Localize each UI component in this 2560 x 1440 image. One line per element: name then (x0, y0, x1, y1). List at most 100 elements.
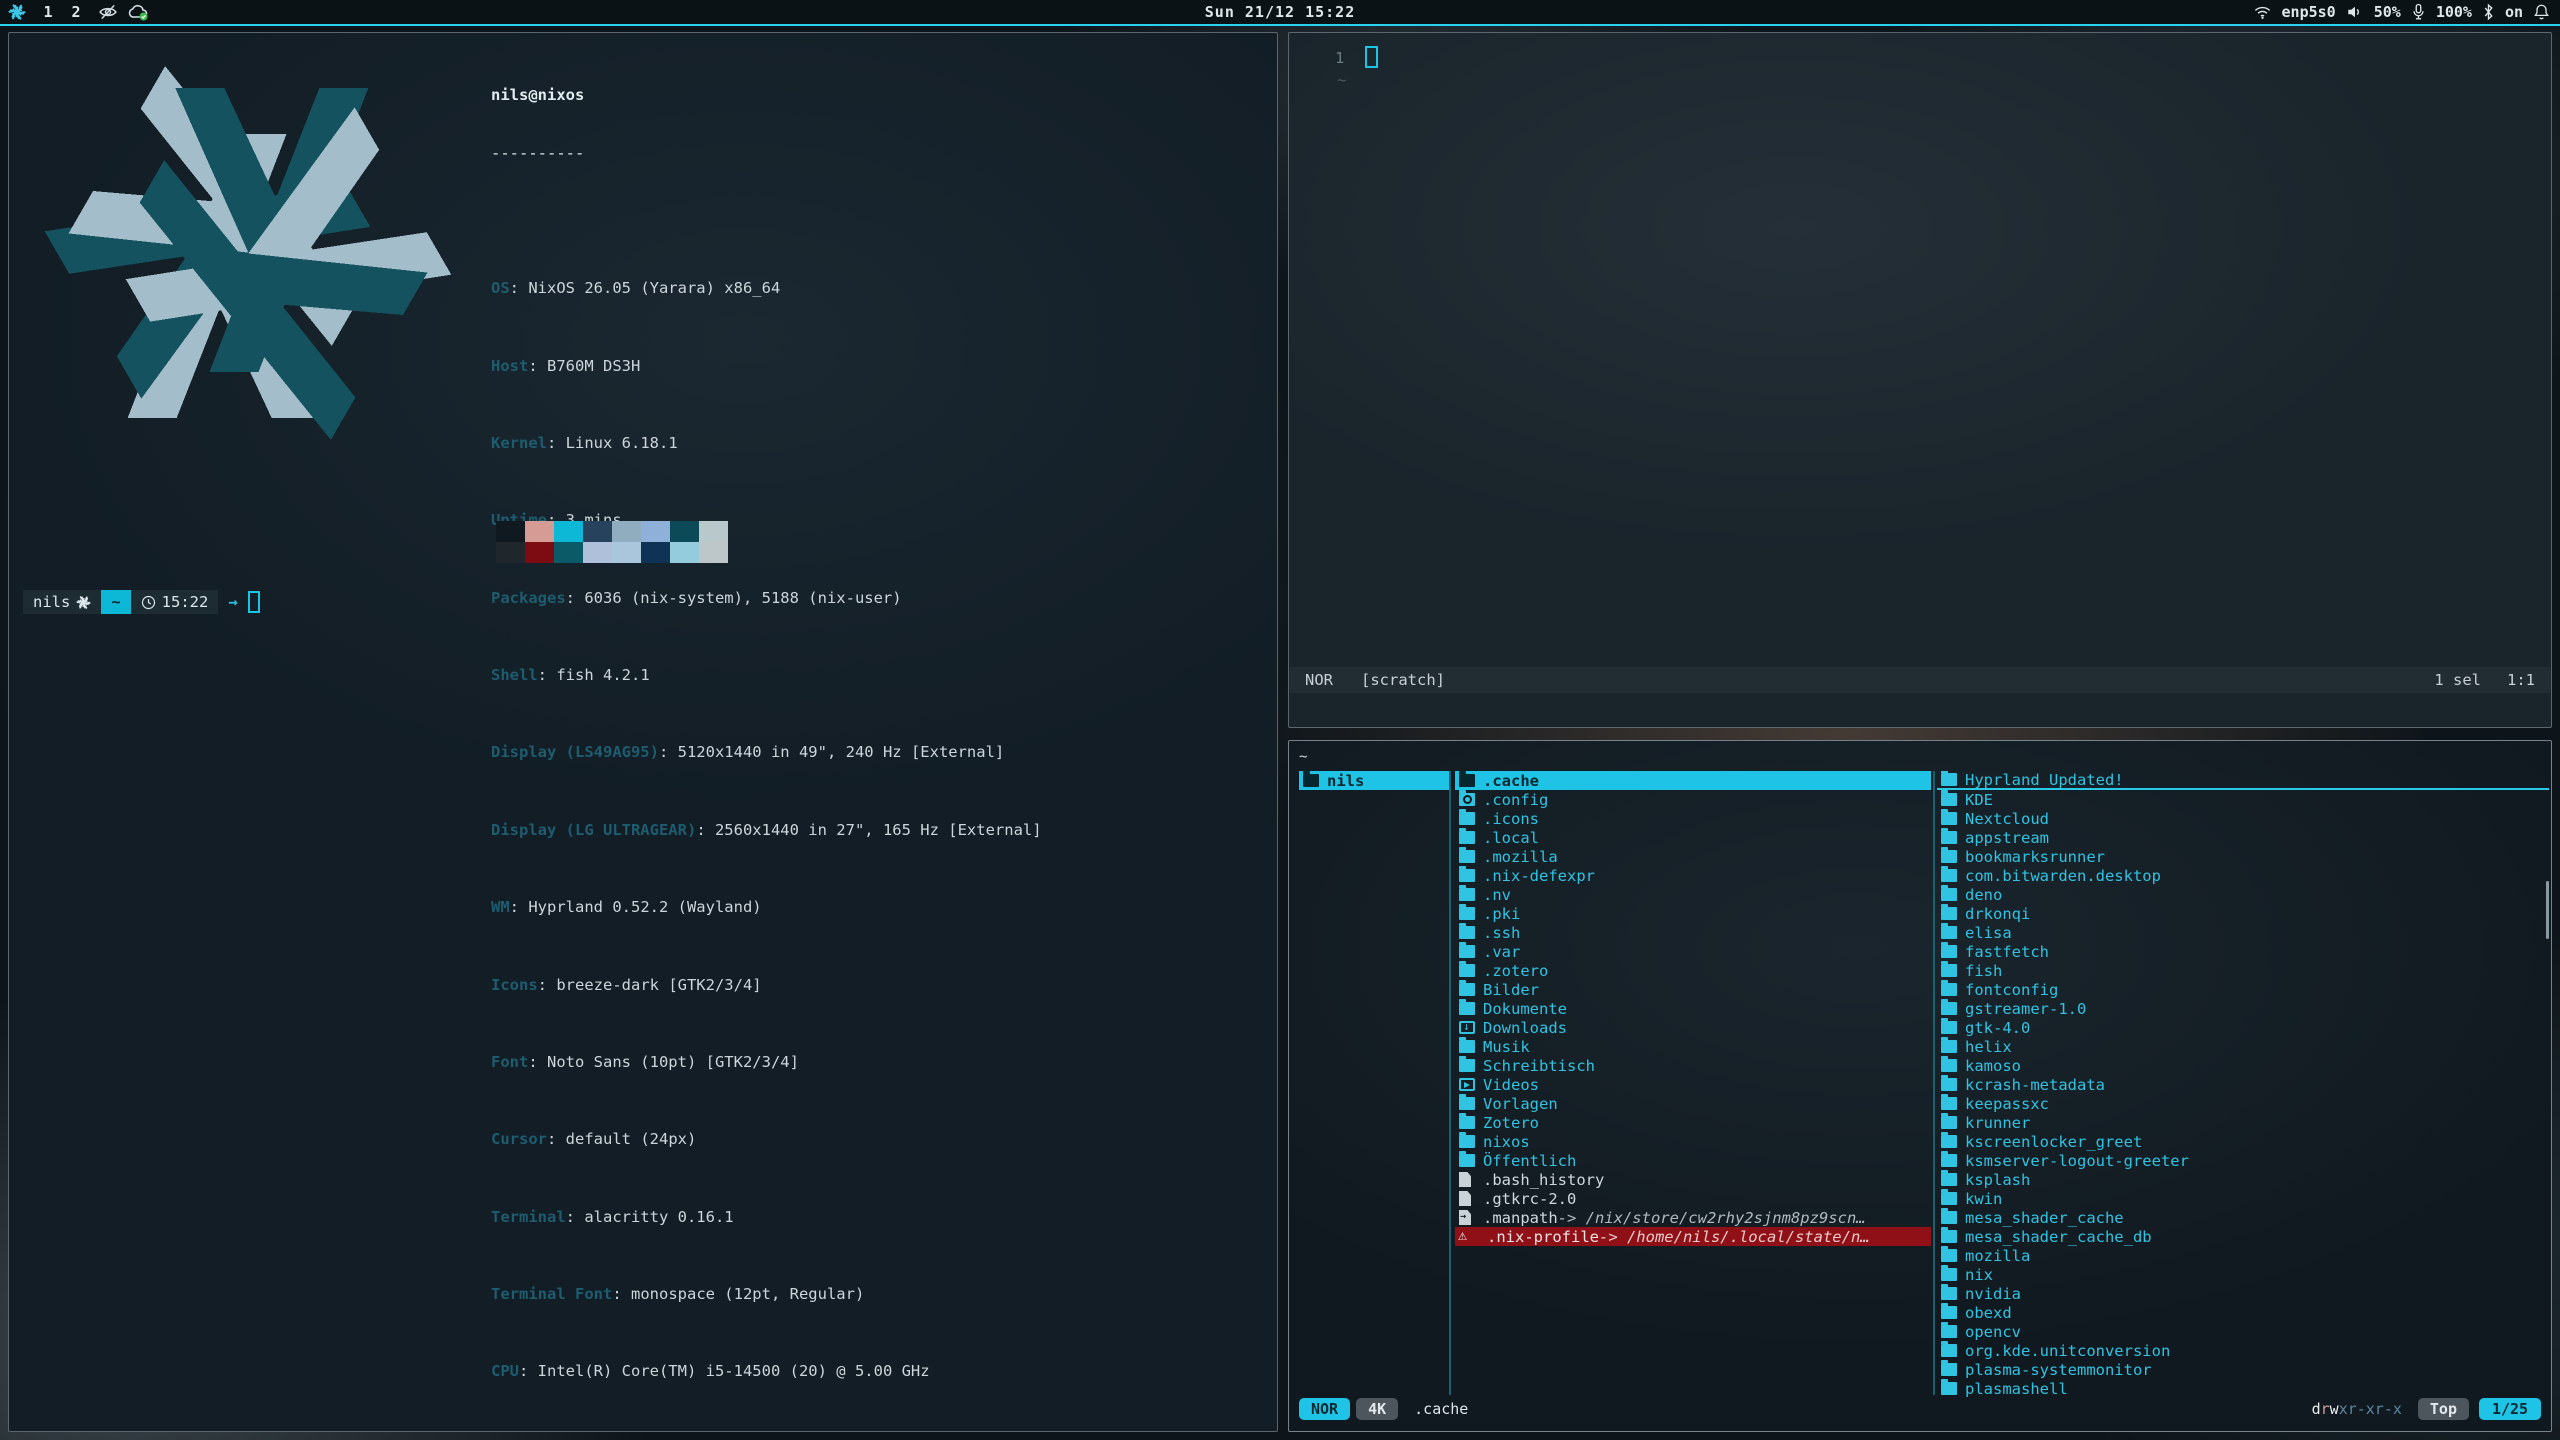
file-row[interactable]: .gtkrc-2.0 (1455, 1189, 1931, 1208)
file-row[interactable]: .nix-profile -> /home/nils/.local/state/… (1455, 1227, 1931, 1246)
file-row[interactable]: .bash_history (1455, 1170, 1931, 1189)
file-row[interactable]: fontconfig (1937, 980, 2549, 999)
file-row[interactable]: Videos (1455, 1075, 1931, 1094)
file-row[interactable]: nvidia (1937, 1284, 2549, 1303)
file-row[interactable]: .pki (1455, 904, 1931, 923)
file-row[interactable]: kwin (1937, 1189, 2549, 1208)
file-row[interactable]: .icons (1455, 809, 1931, 828)
file-row[interactable]: Dokumente (1455, 999, 1931, 1018)
color-swatch (554, 542, 583, 563)
preview-scrollbar[interactable] (2546, 881, 2549, 939)
file-row[interactable]: com.bitwarden.desktop (1937, 866, 2549, 885)
idle-inhibitor-icon[interactable] (98, 2, 118, 22)
folder-icon (1941, 1135, 1957, 1148)
file-row[interactable]: nixos (1455, 1132, 1931, 1151)
bluetooth-icon[interactable] (2482, 3, 2495, 21)
notification-bell-icon[interactable] (2533, 3, 2550, 21)
file-row[interactable]: gtk-4.0 (1937, 1018, 2549, 1037)
workspace-button[interactable]: 2 (64, 1, 88, 23)
prompt-time: 15:22 (162, 593, 209, 611)
file-row[interactable]: .zotero (1455, 961, 1931, 980)
file-row[interactable]: plasmashell (1937, 1379, 2549, 1398)
file-row[interactable]: nils (1299, 771, 1449, 790)
color-swatch (496, 521, 525, 542)
file-row[interactable]: .ssh (1455, 923, 1931, 942)
workspace-button[interactable]: 1 (36, 1, 60, 23)
file-row[interactable]: Musik (1455, 1037, 1931, 1056)
file-type-icon (1459, 1135, 1475, 1148)
editor-window-helix[interactable]: 1 ~ NOR [scratch] 1 sel 1:1 (1288, 32, 2552, 728)
file-row[interactable]: kamoso (1937, 1056, 2549, 1075)
file-row[interactable]: Schreibtisch (1455, 1056, 1931, 1075)
folder-icon (1303, 774, 1319, 787)
editor-cursor-position: 1:1 (2507, 671, 2535, 689)
file-type-icon (1459, 1191, 1471, 1206)
nixos-logo-icon[interactable] (8, 3, 26, 21)
microphone-icon[interactable] (2411, 3, 2426, 21)
bluetooth-label: on (2505, 3, 2523, 21)
file-type-icon (1459, 774, 1475, 787)
parent-directory-column: nils (1299, 771, 1449, 1395)
fm-scroll-badge: Top (2418, 1398, 2469, 1420)
file-row[interactable]: Zotero (1455, 1113, 1931, 1132)
file-row[interactable]: .cache (1455, 771, 1931, 790)
file-row[interactable]: fastfetch (1937, 942, 2549, 961)
file-row[interactable]: ksplash (1937, 1170, 2549, 1189)
file-row[interactable]: mesa_shader_cache_db (1937, 1227, 2549, 1246)
file-row[interactable]: gstreamer-1.0 (1937, 999, 2549, 1018)
file-row[interactable]: .manpath -> /nix/store/cw2rhy2sjnm8pz9sc… (1455, 1208, 1931, 1227)
file-row[interactable]: org.kde.unitconversion (1937, 1341, 2549, 1360)
file-row[interactable]: deno (1937, 885, 2549, 904)
file-row[interactable]: nix (1937, 1265, 2549, 1284)
volume-icon[interactable] (2346, 4, 2364, 20)
file-row[interactable]: Nextcloud (1937, 809, 2549, 828)
folder-icon (1941, 926, 1957, 939)
file-row[interactable]: elisa (1937, 923, 2549, 942)
file-row[interactable]: .var (1455, 942, 1931, 961)
file-manager-window-yazi[interactable]: ~ nils .cache .config .icons .local .moz… (1288, 740, 2552, 1432)
file-row[interactable]: kscreenlocker_greet (1937, 1132, 2549, 1151)
file-row[interactable]: fish (1937, 961, 2549, 980)
color-swatch (554, 521, 583, 542)
file-row[interactable]: .nv (1455, 885, 1931, 904)
file-row[interactable]: mesa_shader_cache (1937, 1208, 2549, 1227)
prompt-user-segment: nils (23, 590, 101, 614)
fetch-line: Display (LS49AG95): 5120x1440 in 49", 24… (491, 743, 1042, 762)
file-row[interactable]: Hyprland Updated! (1937, 771, 2549, 790)
file-row[interactable]: obexd (1937, 1303, 2549, 1322)
file-row[interactable]: opencv (1937, 1322, 2549, 1341)
folder-icon (1941, 1173, 1957, 1186)
file-row[interactable]: Downloads (1455, 1018, 1931, 1037)
file-row[interactable]: .config (1455, 790, 1931, 809)
fm-selected-name: .cache (1414, 1400, 1468, 1418)
file-type-icon (1459, 831, 1475, 844)
fetch-line: Cursor: default (24px) (491, 1130, 1042, 1149)
file-row[interactable]: .mozilla (1455, 847, 1931, 866)
file-row[interactable]: drkonqi (1937, 904, 2549, 923)
file-row[interactable]: bookmarksrunner (1937, 847, 2549, 866)
file-row[interactable]: ksmserver-logout-greeter (1937, 1151, 2549, 1170)
file-row[interactable]: Vorlagen (1455, 1094, 1931, 1113)
file-row[interactable]: appstream (1937, 828, 2549, 847)
terminal-window-fastfetch[interactable]: nils@nixos ---------- OS: NixOS 26.05 (Y… (8, 32, 1278, 1432)
file-row[interactable]: keepassxc (1937, 1094, 2549, 1113)
file-row[interactable]: krunner (1937, 1113, 2549, 1132)
folder-icon (1941, 1344, 1957, 1357)
file-row[interactable]: KDE (1937, 790, 2549, 809)
file-row[interactable]: Bilder (1455, 980, 1931, 999)
file-row[interactable]: helix (1937, 1037, 2549, 1056)
file-row[interactable]: .local (1455, 828, 1931, 847)
file-row[interactable]: mozilla (1937, 1246, 2549, 1265)
file-row[interactable]: .nix-defexpr (1455, 866, 1931, 885)
file-row[interactable]: kcrash-metadata (1937, 1075, 2549, 1094)
nextcloud-tray-icon[interactable] (128, 2, 150, 22)
bar-left: 12 (0, 1, 150, 23)
wifi-icon[interactable] (2253, 4, 2272, 20)
editor-selection-count: 1 sel (2434, 671, 2481, 689)
file-row[interactable]: Öffentlich (1455, 1151, 1931, 1170)
workspace-switcher: 12 (36, 1, 88, 23)
fetch-line: Icons: breeze-dark [GTK2/3/4] (491, 976, 1042, 995)
color-swatch (583, 542, 612, 563)
file-row[interactable]: plasma-systemmonitor (1937, 1360, 2549, 1379)
folder-icon (1941, 888, 1957, 901)
